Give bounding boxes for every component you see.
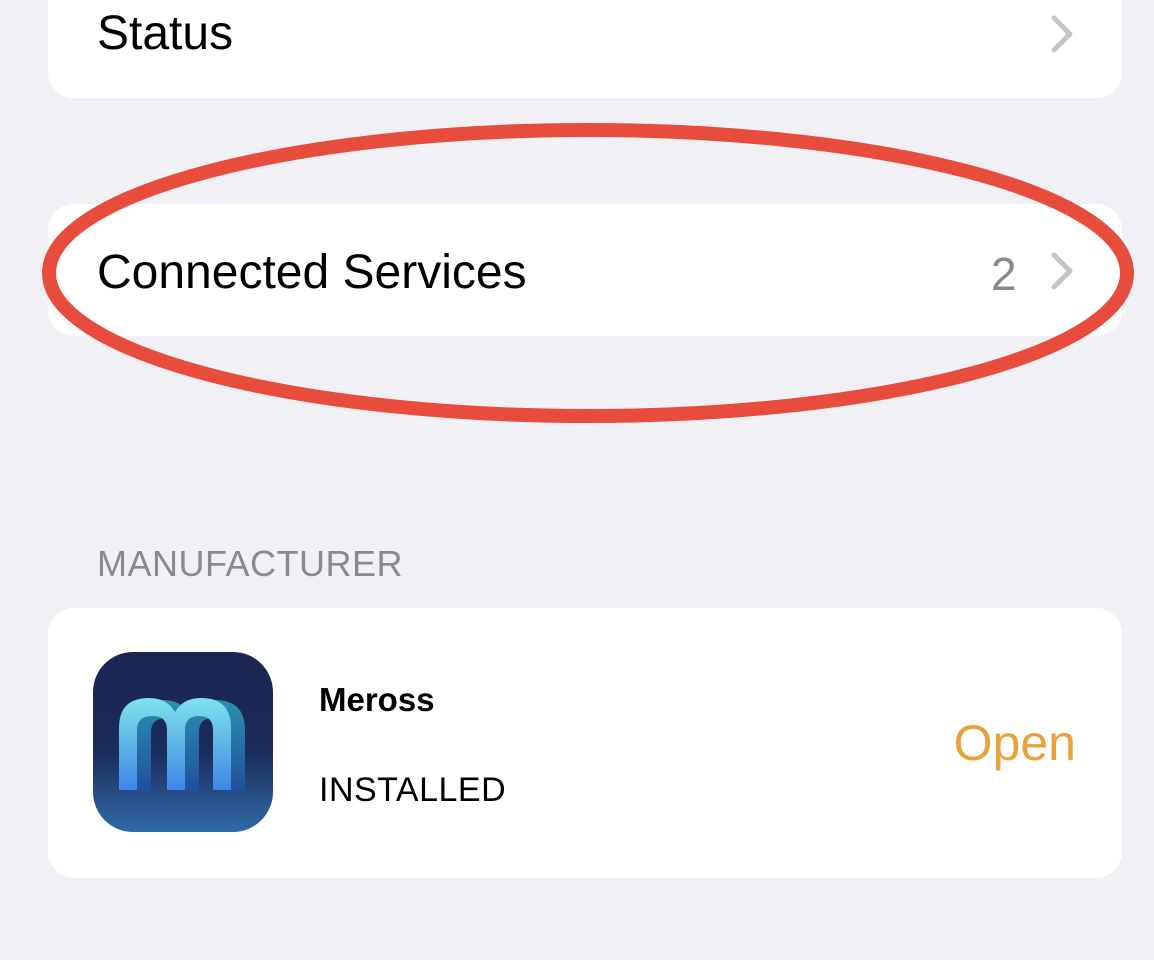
chevron-right-icon (1048, 14, 1078, 54)
app-install-status: INSTALLED (319, 771, 507, 809)
manufacturer-section-header: MANUFACTURER (97, 543, 404, 584)
app-name: Meross (319, 681, 435, 718)
connected-services-row[interactable]: Connected Services 2 (48, 204, 1122, 336)
chevron-right-icon (1048, 251, 1078, 291)
open-app-button[interactable]: Open (954, 718, 1076, 768)
status-row-label: Status (97, 7, 234, 60)
connected-services-label: Connected Services (97, 246, 527, 299)
status-row[interactable]: Status (48, 0, 1122, 98)
connected-services-count: 2 (991, 248, 1017, 300)
manufacturer-app-card: Meross INSTALLED Open (48, 608, 1122, 878)
meross-app-icon[interactable] (93, 652, 273, 832)
